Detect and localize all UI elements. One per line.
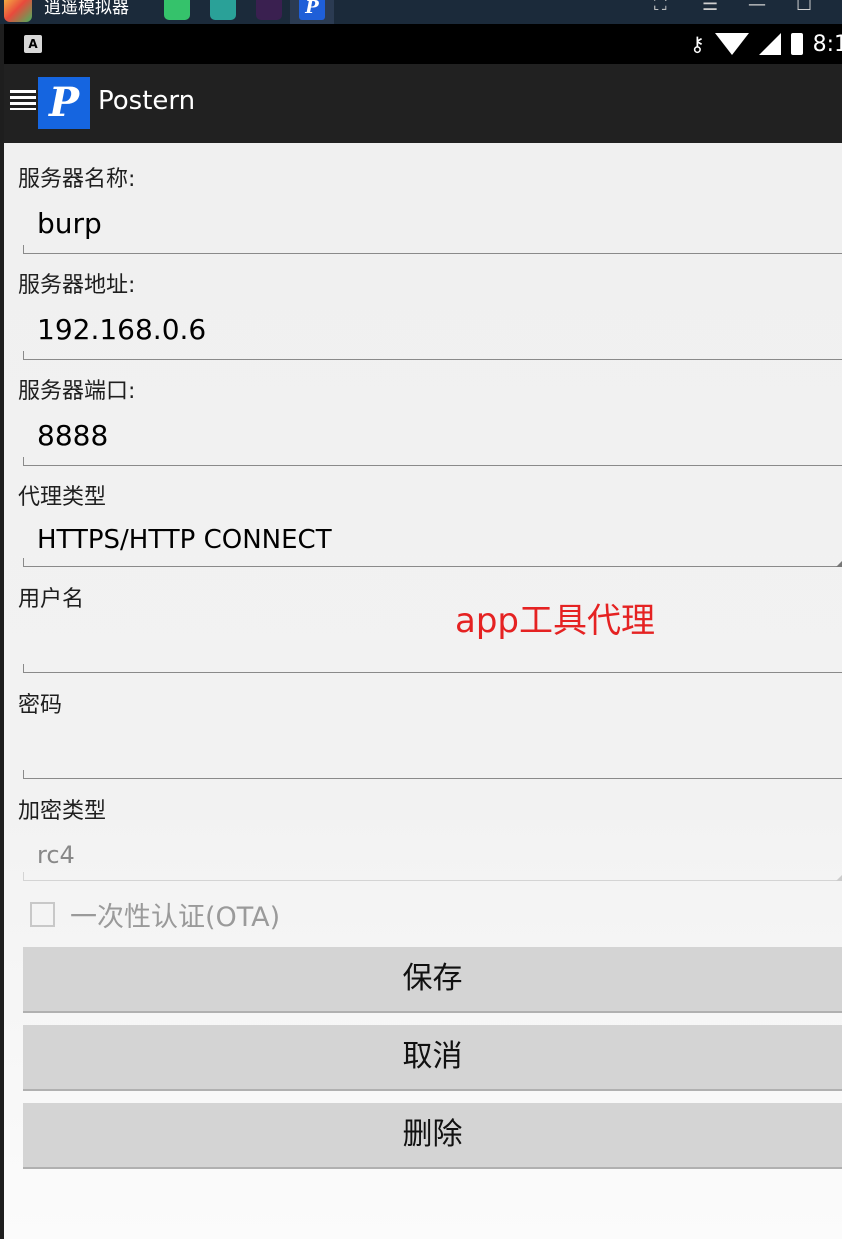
annotation-text: app工具代理 [455,601,655,641]
app-title: Postern [98,86,196,116]
encryption-type-select[interactable]: rc4 [37,841,75,869]
status-time: 8:1 [812,31,842,57]
menu-icon[interactable]: ☰ [702,0,718,15]
taskbar-app-icon[interactable] [164,0,190,20]
proxy-type-underline [23,557,842,567]
status-bar: A ⚷ 8:1 [4,24,842,64]
proxy-type-label: 代理类型 [18,485,107,510]
server-address-label: 服务器地址: [18,273,136,298]
emulator-title-bar: 逍遥模拟器 P ⛶ ☰ — ☐ [0,0,842,24]
server-port-input[interactable]: 8888 [37,419,108,452]
username-underline [23,663,842,673]
encryption-type-underline [23,871,842,881]
save-button[interactable]: 保存 [23,947,842,1013]
ota-checkbox[interactable] [30,902,55,927]
server-name-underline [23,244,842,254]
encryption-type-label: 加密类型 [18,799,107,824]
ota-checkbox-row[interactable]: 一次性认证(OTA) [30,895,280,934]
delete-button[interactable]: 删除 [23,1103,842,1169]
emulator-logo-icon [4,0,32,22]
taskbar-app-icon[interactable] [210,0,236,20]
cancel-button[interactable]: 取消 [23,1025,842,1091]
minimize-icon[interactable]: — [748,0,766,15]
battery-icon [790,33,803,55]
ota-checkbox-label: 一次性认证(OTA) [70,902,281,933]
postern-logo-icon: P [38,77,90,129]
signal-icon [758,33,781,55]
server-name-input[interactable]: burp [37,207,102,240]
dropdown-corner-icon [836,561,842,567]
server-address-underline [23,350,842,360]
password-underline [23,769,842,779]
server-port-label: 服务器端口: [18,379,136,404]
proxy-form: 服务器名称: burp 服务器地址: 192.168.0.6 服务器端口: 88… [4,143,842,1239]
notification-icon: A [24,35,42,53]
server-port-underline [23,456,842,466]
vpn-key-icon: ⚷ [689,32,705,56]
fullscreen-icon[interactable]: ⛶ [654,0,667,15]
wifi-icon [714,33,749,55]
emulator-title: 逍遥模拟器 [44,0,129,18]
server-name-label: 服务器名称: [18,167,136,192]
password-label: 密码 [18,693,63,718]
app-toolbar: P Postern [4,64,842,143]
taskbar-app-icon[interactable] [256,0,282,20]
proxy-type-select[interactable]: HTTPS/HTTP CONNECT [37,525,332,555]
dropdown-corner-icon [836,875,842,881]
username-label: 用户名 [18,587,85,612]
taskbar-postern-icon[interactable]: P [290,0,334,24]
server-address-input[interactable]: 192.168.0.6 [37,313,206,346]
hamburger-menu-icon[interactable] [10,90,36,110]
maximize-icon[interactable]: ☐ [796,0,812,15]
